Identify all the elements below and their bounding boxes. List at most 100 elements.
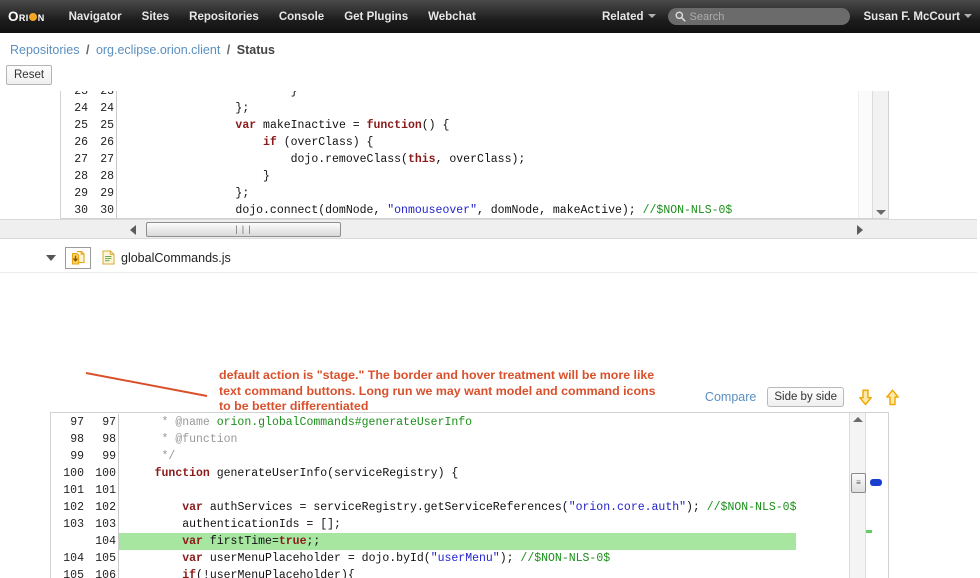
logo-text-post: n bbox=[37, 9, 45, 24]
new-line-number: 26 bbox=[89, 134, 117, 151]
code-line-text: var firstTime=true;; bbox=[119, 533, 797, 550]
side-by-side-button[interactable]: Side by side bbox=[767, 387, 844, 407]
new-line-number: 98 bbox=[85, 431, 119, 448]
code-line-row: 102 102 var authServices = serviceRegistr… bbox=[51, 499, 796, 516]
nav-get-plugins[interactable]: Get Plugins bbox=[344, 11, 408, 23]
top-diff-viewer[interactable]: 23 23 } 24 24 }; 25 25 var makeInactive = fun… bbox=[60, 91, 889, 219]
orion-logo[interactable]: Ori n bbox=[8, 9, 45, 24]
scroll-up-arrow-icon[interactable] bbox=[853, 417, 863, 422]
code-line-text: } bbox=[125, 91, 298, 98]
code-line-row: 100 100 function generateUserInfo(service… bbox=[51, 465, 796, 482]
old-line-number: 102 bbox=[51, 499, 85, 516]
breadcrumb-current: Status bbox=[236, 43, 275, 57]
code-line-text: dojo.removeClass(this, overClass); bbox=[125, 153, 526, 166]
nav-console[interactable]: Console bbox=[279, 11, 324, 23]
user-name-label: Susan F. McCourt bbox=[863, 10, 960, 23]
stage-file-icon bbox=[71, 250, 85, 265]
scroll-thumb-grip-icon: ||| bbox=[233, 224, 254, 235]
new-line-number: 29 bbox=[89, 185, 117, 202]
search-input[interactable] bbox=[689, 10, 843, 23]
nav-sites[interactable]: Sites bbox=[142, 11, 170, 23]
new-line-number: 25 bbox=[89, 117, 117, 134]
page-toolbar: Reset bbox=[0, 65, 980, 91]
search-icon bbox=[674, 11, 686, 22]
user-menu-button[interactable]: Susan F. McCourt bbox=[864, 11, 972, 23]
annotation-arrow-line bbox=[85, 372, 208, 397]
new-line-number: 104 bbox=[85, 533, 119, 550]
breadcrumb-project[interactable]: org.eclipse.orion.client bbox=[96, 43, 220, 57]
code-line-row: 28 28 } bbox=[61, 168, 732, 185]
code-line-text: authenticationIds = []; bbox=[127, 518, 341, 531]
bottom-diff-overview-ruler[interactable] bbox=[866, 413, 888, 578]
code-line-text: dojo.connect(domNode, "onmouseover", dom… bbox=[125, 204, 733, 217]
old-line-number: 97 bbox=[51, 414, 85, 431]
code-line-text: * @name orion.globalCommands#generateUse… bbox=[127, 416, 473, 429]
new-line-number: 97 bbox=[85, 414, 119, 431]
new-line-number: 23 bbox=[89, 91, 117, 100]
code-line-text: function generateUserInfo(serviceRegistr… bbox=[154, 467, 459, 480]
previous-diff-button[interactable] bbox=[885, 389, 900, 406]
code-line-row: 98 98 * @function bbox=[51, 431, 796, 448]
bottom-diff-vertical-scrollbar[interactable]: ≡ bbox=[849, 413, 866, 578]
new-line-number: 106 bbox=[85, 567, 119, 578]
old-line-number: 28 bbox=[61, 168, 89, 185]
new-line-number: 103 bbox=[85, 516, 119, 533]
old-line-number: 99 bbox=[51, 448, 85, 465]
code-line-row: 105 106 if(!userMenuPlaceholder){ bbox=[51, 567, 796, 578]
code-line-row: 30 30 dojo.connect(domNode, "onmouseover"… bbox=[61, 202, 733, 218]
code-line-row: 97 97 * @name orion.globalCommands#genera… bbox=[51, 414, 796, 431]
bottom-diff-rows: 97 97 * @name orion.globalCommands#genera… bbox=[51, 414, 797, 578]
search-box[interactable] bbox=[667, 8, 850, 25]
old-line-number: 24 bbox=[61, 100, 89, 117]
code-line-row: 103 103 authenticationIds = []; bbox=[51, 516, 796, 533]
scroll-down-arrow-icon[interactable] bbox=[876, 210, 886, 215]
logo-text-pre: Ori bbox=[8, 9, 29, 24]
bottom-diff-viewer[interactable]: 97 97 * @name orion.globalCommands#genera… bbox=[50, 412, 889, 578]
scroll-thumb-grip-icon: ≡ bbox=[856, 478, 861, 487]
compare-controls: Compare Side by side bbox=[705, 387, 912, 407]
horizontal-scroll-thumb[interactable]: ||| bbox=[146, 222, 341, 237]
expand-collapse-twisty-icon[interactable] bbox=[46, 254, 56, 261]
related-menu-button[interactable]: Related bbox=[602, 11, 656, 23]
new-line-number: 101 bbox=[85, 482, 119, 499]
diff-overview-marker[interactable] bbox=[870, 479, 882, 486]
compare-link[interactable]: Compare bbox=[705, 390, 756, 404]
breadcrumb-separator: / bbox=[226, 43, 231, 57]
js-file-icon bbox=[102, 250, 115, 265]
code-line-row: 23 23 } bbox=[61, 91, 732, 100]
code-line-text: } bbox=[125, 170, 270, 183]
top-banner: Ori n Navigator Sites Repositories Consol… bbox=[0, 0, 980, 33]
breadcrumb-repositories[interactable]: Repositories bbox=[10, 43, 79, 57]
overview-ruler-added-tick bbox=[866, 530, 872, 533]
code-line-row: 25 25 var makeInactive = function() { bbox=[61, 117, 732, 134]
new-line-number: 102 bbox=[85, 499, 119, 516]
vertical-scroll-thumb[interactable]: ≡ bbox=[851, 473, 866, 493]
scroll-right-arrow-icon[interactable] bbox=[857, 225, 863, 235]
code-line-row: 29 29 }; bbox=[61, 185, 732, 202]
nav-webchat[interactable]: Webchat bbox=[428, 11, 476, 23]
top-diff-horizontal-scrollbar[interactable]: ||| bbox=[0, 219, 977, 239]
old-line-number: 103 bbox=[51, 516, 85, 533]
top-diff-overview-ruler[interactable] bbox=[858, 91, 872, 218]
old-line-number: 23 bbox=[61, 91, 89, 100]
reset-button[interactable]: Reset bbox=[6, 65, 53, 85]
code-line-row: 104 var firstTime=true;; bbox=[51, 533, 797, 550]
old-line-number: 105 bbox=[51, 567, 85, 578]
top-diff-vertical-scrollbar[interactable] bbox=[872, 91, 888, 218]
scroll-left-arrow-icon[interactable] bbox=[130, 225, 136, 235]
nav-navigator[interactable]: Navigator bbox=[69, 11, 122, 23]
arrow-down-icon bbox=[859, 389, 872, 405]
top-diff-rows: 23 23 } 24 24 }; 25 25 var makeInactive = fun… bbox=[61, 91, 733, 218]
code-line-text: }; bbox=[125, 102, 250, 115]
breadcrumb: Repositories / org.eclipse.orion.client … bbox=[0, 33, 980, 65]
chevron-down-icon bbox=[647, 14, 656, 19]
old-line-number: 30 bbox=[61, 202, 89, 218]
new-line-number: 99 bbox=[85, 448, 119, 465]
nav-repositories[interactable]: Repositories bbox=[189, 11, 259, 23]
old-line-number: 27 bbox=[61, 151, 89, 168]
code-line-row: 27 27 dojo.removeClass(this, overClass); bbox=[61, 151, 732, 168]
chevron-down-icon bbox=[964, 14, 972, 19]
stage-file-button[interactable] bbox=[65, 246, 91, 269]
next-diff-button[interactable] bbox=[858, 389, 873, 406]
code-line-row: 101 101 bbox=[51, 482, 796, 499]
